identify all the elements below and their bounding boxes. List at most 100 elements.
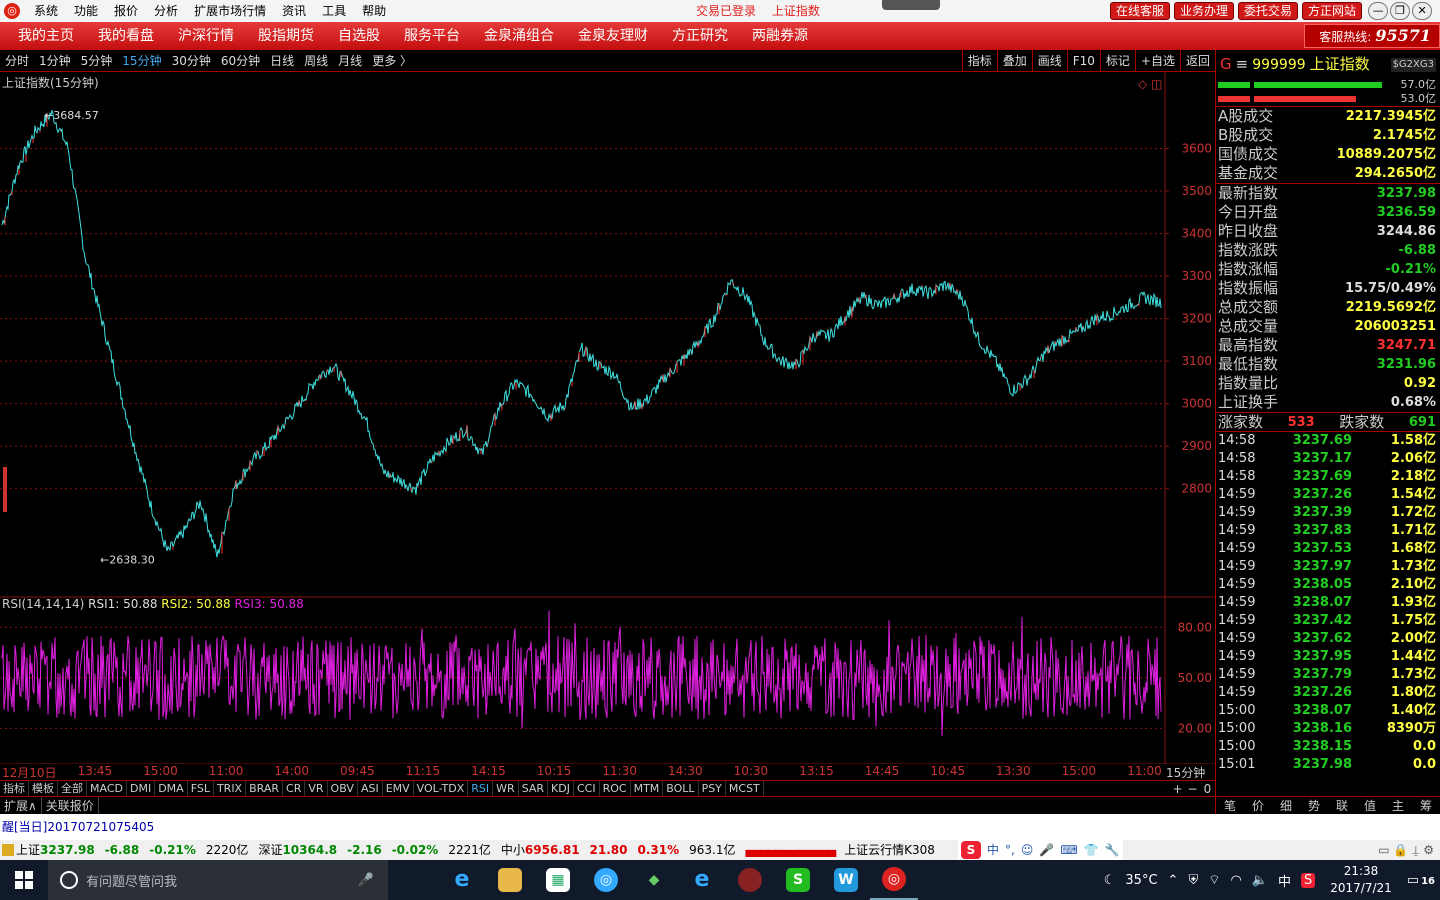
- indicator-tab[interactable]: DMA: [155, 781, 188, 797]
- trade-button[interactable]: 委托交易: [1238, 2, 1299, 20]
- ime-punct-icon[interactable]: °,: [1005, 840, 1015, 860]
- kline-chart[interactable]: 3600 3500 3400 3300 3200 3100 3000 2900 2800 ←368…: [0, 72, 1215, 764]
- indicator-tab[interactable]: OBV: [328, 781, 358, 797]
- lock-icon[interactable]: 🔒: [1393, 843, 1408, 857]
- menu-icon[interactable]: ≡: [1236, 55, 1249, 73]
- indicator-tab[interactable]: VR: [305, 781, 328, 797]
- ime-keyboard-icon[interactable]: ⌨: [1060, 840, 1077, 860]
- shield-icon[interactable]: ⛨: [1188, 873, 1198, 888]
- trade-login-status[interactable]: 交易已登录: [696, 4, 756, 18]
- menu-item-system[interactable]: 系统: [26, 0, 66, 22]
- period-15min[interactable]: 15分钟: [117, 50, 166, 72]
- weather-icon[interactable]: ☾: [1104, 873, 1116, 888]
- taskbar-browser[interactable]: ◎: [582, 860, 630, 900]
- taskbar-app-green[interactable]: ◆: [630, 860, 678, 900]
- menu-item-quote[interactable]: 报价: [106, 0, 146, 22]
- nav-service[interactable]: 服务平台: [392, 22, 472, 50]
- tool-back[interactable]: 返回: [1179, 50, 1215, 72]
- nav-home[interactable]: 我的主页: [6, 22, 86, 50]
- menu-item-ext-market[interactable]: 扩展市场行情: [186, 0, 274, 22]
- panel-tab[interactable]: 笔: [1216, 797, 1244, 814]
- nav-watchlist[interactable]: 自选股: [326, 22, 392, 50]
- period-1min[interactable]: 1分钟: [34, 50, 76, 72]
- menu-item-analysis[interactable]: 分析: [146, 0, 186, 22]
- period-more[interactable]: 更多 〉: [367, 50, 417, 72]
- tool-draw[interactable]: 画线: [1031, 50, 1067, 72]
- online-service-button[interactable]: 在线客服: [1110, 2, 1171, 20]
- menu-item-function[interactable]: 功能: [66, 0, 106, 22]
- panel-tab[interactable]: 筹: [1412, 797, 1440, 814]
- sogou-tray-icon[interactable]: S: [1300, 872, 1316, 888]
- ime-tools-icon[interactable]: 🔧: [1105, 840, 1120, 860]
- cloud-status[interactable]: 上证云行情K308: [844, 840, 935, 860]
- related-quotes-button[interactable]: 关联报价: [42, 797, 99, 815]
- indicator-tab[interactable]: TRIX: [214, 781, 247, 797]
- notification-icon[interactable]: ▭ 16: [1407, 873, 1435, 888]
- alert-text[interactable]: 醒[当日]20170721075405: [2, 820, 154, 834]
- tool-mark[interactable]: 标记: [1099, 50, 1135, 72]
- drag-handle[interactable]: [882, 0, 940, 10]
- panel-tab[interactable]: 细: [1272, 797, 1300, 814]
- nav-margin[interactable]: 两融券源: [740, 22, 820, 50]
- period-month[interactable]: 月线: [333, 50, 367, 72]
- expand-button[interactable]: 扩展∧: [0, 797, 42, 815]
- nav-my-board[interactable]: 我的看盘: [86, 22, 166, 50]
- panel-tab[interactable]: 主: [1384, 797, 1412, 814]
- indicator-tab[interactable]: SAR: [519, 781, 549, 797]
- ime-chinese-icon[interactable]: 中: [987, 840, 999, 860]
- panel-tab[interactable]: 联: [1328, 797, 1356, 814]
- sogou-icon[interactable]: S: [961, 841, 981, 859]
- menu-item-help[interactable]: 帮助: [354, 0, 394, 22]
- taskbar-edge[interactable]: e: [438, 860, 486, 900]
- layout-icon[interactable]: ▭: [1378, 843, 1389, 857]
- indicator-tab[interactable]: ROC: [600, 781, 631, 797]
- indicator-tab[interactable]: 全部: [58, 781, 87, 797]
- indicator-tab[interactable]: KDJ: [548, 781, 574, 797]
- zoom-out-button[interactable]: −: [1185, 781, 1200, 797]
- indicator-tab[interactable]: VOL-TDX: [414, 781, 469, 797]
- nav-futures[interactable]: 股指期货: [246, 22, 326, 50]
- cortana-search[interactable]: 有问题尽管问我 🎤: [48, 860, 388, 900]
- ime-emoji-icon[interactable]: ☺: [1021, 840, 1034, 860]
- tick-list[interactable]: 14:58 3237.69 1.58亿 14:58 3237.17 2.06亿 14:58 3…: [1216, 431, 1440, 774]
- taskbar-founder[interactable]: ◎: [870, 860, 918, 900]
- indicator-tab[interactable]: MACD: [87, 781, 127, 797]
- tool-f10[interactable]: F10: [1066, 50, 1100, 72]
- indicator-tab[interactable]: EMV: [383, 781, 414, 797]
- tool-overlay[interactable]: 叠加: [996, 50, 1032, 72]
- period-tick[interactable]: 分时: [0, 50, 34, 72]
- menu-item-tools[interactable]: 工具: [314, 0, 354, 22]
- reset-button[interactable]: 0: [1200, 781, 1215, 797]
- nav-wealth[interactable]: 金泉友理财: [566, 22, 660, 50]
- indicator-tab[interactable]: MCST: [726, 781, 764, 797]
- restore-icon[interactable]: ❐: [1390, 2, 1411, 20]
- website-button[interactable]: 方正网站: [1302, 2, 1363, 20]
- period-week[interactable]: 周线: [299, 50, 333, 72]
- tray-expand-icon[interactable]: ⌃: [1168, 873, 1179, 888]
- nav-portfolio[interactable]: 金泉涌组合: [472, 22, 566, 50]
- period-5min[interactable]: 5分钟: [76, 50, 118, 72]
- pin-icon[interactable]: ⍊: [1412, 843, 1419, 857]
- taskbar-explorer[interactable]: [486, 860, 534, 900]
- indicator-tab[interactable]: 模板: [29, 781, 58, 797]
- indicator-tab[interactable]: CCI: [574, 781, 600, 797]
- microphone-icon[interactable]: 🎤: [358, 873, 374, 888]
- nav-market[interactable]: 沪深行情: [166, 22, 246, 50]
- zoom-in-button[interactable]: +: [1170, 781, 1185, 797]
- period-day[interactable]: 日线: [265, 50, 299, 72]
- indicator-tab[interactable]: 指标: [0, 781, 29, 797]
- minimize-icon[interactable]: —: [1368, 2, 1389, 20]
- indicator-tab[interactable]: ASI: [358, 781, 383, 797]
- taskbar-store[interactable]: ▦: [534, 860, 582, 900]
- ime-voice-icon[interactable]: 🎤: [1039, 840, 1054, 860]
- network-icon[interactable]: ⌔: [1208, 872, 1220, 888]
- business-button[interactable]: 业务办理: [1174, 2, 1235, 20]
- temperature[interactable]: 35°C: [1125, 873, 1157, 888]
- chart-area[interactable]: 3600 3500 3400 3300 3200 3100 3000 2900 2800 ←368…: [0, 72, 1215, 780]
- close-icon[interactable]: ✕: [1412, 2, 1433, 20]
- indicator-tab[interactable]: FSL: [188, 781, 214, 797]
- indicator-tab[interactable]: MTM: [631, 781, 664, 797]
- taskbar-wps-word[interactable]: W: [822, 860, 870, 900]
- indicator-tab[interactable]: DMI: [127, 781, 156, 797]
- settings-icon[interactable]: ⚙: [1423, 843, 1434, 857]
